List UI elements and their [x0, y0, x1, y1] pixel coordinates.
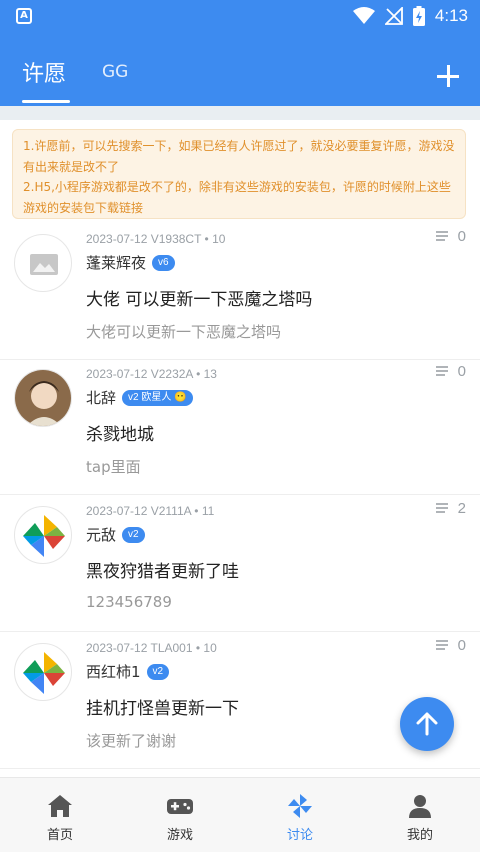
tab-wish[interactable]: 许愿 [22, 56, 70, 103]
reply-count: 0 [435, 363, 466, 380]
post-body: tap里面 [86, 458, 141, 476]
arrow-up-icon [416, 712, 438, 736]
tab-gg-label: GG [102, 62, 129, 82]
notice-line-2: 2.H5,小程序游戏都是改不了的，除非有这些游戏的安装包，许愿的时候附上这些游戏… [23, 180, 451, 215]
reply-count: 0 [435, 637, 466, 654]
post-item[interactable]: 2023-07-12 TLA001 • 10 0 西红柿1 v2 挂机打怪兽更新… [0, 631, 480, 769]
level-badge: v6 [152, 254, 175, 271]
comment-list-icon [435, 231, 448, 242]
comment-list-icon [435, 640, 448, 651]
avatar-pinwheel[interactable] [14, 643, 72, 701]
user-line: 北辞 v2 欧星人 😶 [86, 387, 193, 408]
tab-indicator [22, 100, 70, 103]
add-wish-button[interactable] [436, 64, 460, 88]
battery-charging-icon [412, 6, 425, 26]
comment-list-icon [435, 503, 448, 514]
pinwheel-avatar-icon [23, 515, 65, 557]
home-icon [48, 795, 72, 817]
reply-count-value: 0 [457, 228, 466, 245]
post-meta: 2023-07-12 TLA001 • 10 [86, 641, 217, 655]
header-divider [0, 106, 480, 120]
status-bar: A 4:13 [0, 0, 480, 34]
post-meta: 2023-07-12 V2232A • 13 [86, 367, 217, 381]
gamepad-icon [167, 799, 193, 814]
nav-mine[interactable]: 我的 [360, 778, 480, 852]
avatar-pinwheel[interactable] [14, 506, 72, 564]
post-title: 大佬 可以更新一下恶魔之塔吗 [86, 290, 313, 310]
top-app-bar: A 4:13 许愿 GG [0, 0, 480, 106]
avatar-placeholder[interactable] [14, 234, 72, 292]
reply-count-value: 0 [457, 637, 466, 654]
post-meta: 2023-07-12 V2111A • 11 [86, 504, 215, 518]
nav-discuss[interactable]: 讨论 [240, 778, 360, 852]
no-signal-icon [384, 7, 403, 25]
nav-home-label: 首页 [46, 828, 73, 843]
post-title: 杀戮地城 [86, 425, 154, 445]
scroll-to-top-button[interactable] [400, 697, 454, 751]
header-tabs: 许愿 GG [0, 56, 480, 106]
username[interactable]: 西红柿1 [86, 661, 141, 682]
post-item[interactable]: 2023-07-12 V1938CT • 10 0 蓬莱辉夜 v6 大佬 可以更… [0, 222, 480, 360]
notice-line-1: 1.许愿前，可以先搜索一下，如果已经有人许愿过了，就没必要重复许愿，游戏没有出来… [23, 139, 455, 174]
tab-gg[interactable]: GG [102, 62, 128, 82]
app-notification-icon: A [16, 8, 32, 24]
person-icon [409, 795, 431, 818]
level-badge: v2 [146, 663, 170, 680]
pinwheel-avatar-icon [23, 652, 65, 694]
username[interactable]: 北辞 [86, 387, 116, 408]
post-body: 该更新了谢谢 [86, 732, 177, 750]
image-placeholder-icon [30, 254, 58, 275]
user-line: 蓬莱辉夜 v6 [86, 252, 175, 273]
post-title: 挂机打怪兽更新一下 [86, 699, 239, 719]
nav-games[interactable]: 游戏 [120, 778, 240, 852]
level-badge: v2 [122, 526, 145, 543]
user-photo-icon [15, 370, 71, 426]
level-badge: v2 欧星人 😶 [122, 389, 193, 406]
clock: 4:13 [434, 6, 468, 25]
nav-home[interactable]: 首页 [0, 778, 120, 852]
post-body: 大佬可以更新一下恶魔之塔吗 [86, 323, 282, 341]
post-body: 123456789 [86, 593, 172, 611]
user-line: 元敌 v2 [86, 524, 145, 545]
wifi-icon [352, 7, 375, 24]
reply-count: 0 [435, 228, 466, 245]
status-icons: 4:13 [352, 5, 468, 27]
username[interactable]: 元敌 [86, 524, 116, 545]
reply-count: 2 [435, 500, 466, 517]
reply-count-value: 0 [457, 363, 466, 380]
user-line: 西红柿1 v2 [86, 661, 170, 682]
nav-discuss-label: 讨论 [286, 828, 313, 843]
wish-notice: 1.许愿前，可以先搜索一下，如果已经有人许愿过了，就没必要重复许愿，游戏没有出来… [12, 129, 466, 219]
reply-count-value: 2 [457, 500, 466, 517]
post-item[interactable]: 2023-07-12 V2111A • 11 2 元敌 v2 黑夜狩猎者更新了哇… [0, 494, 480, 632]
bottom-navigation: 首页 游戏 讨论 我的 [0, 777, 480, 852]
comment-list-icon [435, 366, 448, 377]
post-title: 黑夜狩猎者更新了哇 [86, 562, 239, 582]
post-meta: 2023-07-12 V1938CT • 10 [86, 232, 226, 246]
post-item[interactable]: 2023-07-12 V2232A • 13 0 北辞 v2 欧星人 😶 杀戮地… [0, 357, 480, 495]
avatar-photo[interactable] [14, 369, 72, 427]
pinwheel-icon [288, 794, 312, 818]
username[interactable]: 蓬莱辉夜 [86, 252, 146, 273]
nav-mine-label: 我的 [406, 828, 433, 843]
tab-wish-label: 许愿 [22, 62, 67, 87]
nav-games-label: 游戏 [166, 828, 193, 843]
